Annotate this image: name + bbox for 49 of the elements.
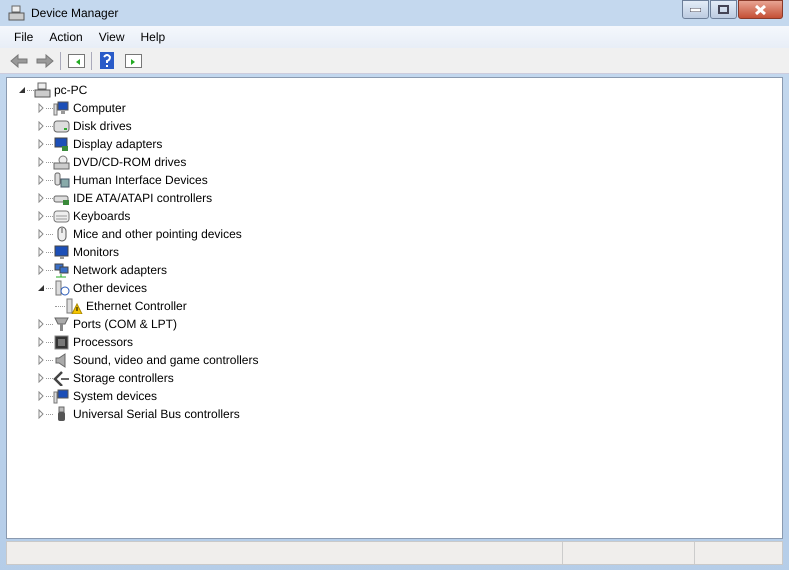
tree-item[interactable]: Disk drives [70, 119, 135, 133]
drive-icon [53, 118, 70, 134]
computer-icon [53, 388, 70, 404]
tree-item[interactable]: Universal Serial Bus controllers [70, 407, 243, 421]
menu-item[interactable]: Help [132, 28, 174, 46]
tree-item[interactable]: Ports (COM & LPT) [70, 317, 180, 331]
tree-item[interactable]: Sound, video and game controllers [70, 353, 262, 367]
close-icon [754, 4, 767, 14]
tree-item[interactable]: Other devices [70, 281, 150, 295]
network-icon [53, 262, 70, 278]
unknown-device-icon [53, 280, 70, 296]
tree-item[interactable]: Mice and other pointing devices [70, 227, 245, 241]
tree-item[interactable]: Computer [70, 101, 129, 115]
forward-arrow-icon [36, 54, 54, 68]
tree-item[interactable]: IDE ATA/ATAPI controllers [70, 191, 216, 205]
warning-device-icon [65, 298, 83, 314]
maximize-icon [718, 5, 729, 14]
tree-item[interactable]: Ethernet Controller [83, 299, 190, 313]
tree-item[interactable]: Display adapters [70, 137, 166, 151]
input-device-icon [53, 172, 70, 188]
tree-item[interactable]: Keyboards [70, 209, 134, 223]
tree-item[interactable]: Storage controllers [70, 371, 177, 385]
menu-item[interactable]: Action [41, 28, 91, 46]
help-icon [100, 52, 114, 69]
monitor-icon [53, 136, 70, 152]
panel-icon [124, 54, 142, 68]
tree-item[interactable]: DVD/CD-ROM drives [70, 155, 190, 169]
back-arrow-icon [10, 54, 28, 68]
disc-drive-icon [53, 154, 70, 170]
tree-item[interactable]: Monitors [70, 245, 122, 259]
computer-icon [8, 5, 25, 21]
minimize-button[interactable] [682, 0, 709, 19]
chip-icon [53, 334, 70, 350]
expander-icon[interactable] [17, 85, 27, 95]
close-button[interactable] [738, 0, 783, 19]
minimize-icon [690, 8, 701, 12]
tree-item[interactable]: Processors [70, 335, 136, 349]
port-icon [53, 316, 70, 332]
panel-icon [68, 54, 84, 68]
tree-item[interactable]: Human Interface Devices [70, 173, 211, 187]
expander-icon[interactable] [36, 283, 46, 293]
window-title: Device Manager [31, 6, 120, 20]
tree-item[interactable]: System devices [70, 389, 160, 403]
computer-icon [34, 82, 51, 98]
menu-item[interactable]: File [6, 28, 42, 46]
menu-item[interactable]: View [90, 28, 132, 46]
tree-item[interactable]: Network adapters [70, 263, 170, 277]
tree-item[interactable]: pc-PC [51, 83, 90, 97]
maximize-button[interactable] [710, 0, 737, 19]
